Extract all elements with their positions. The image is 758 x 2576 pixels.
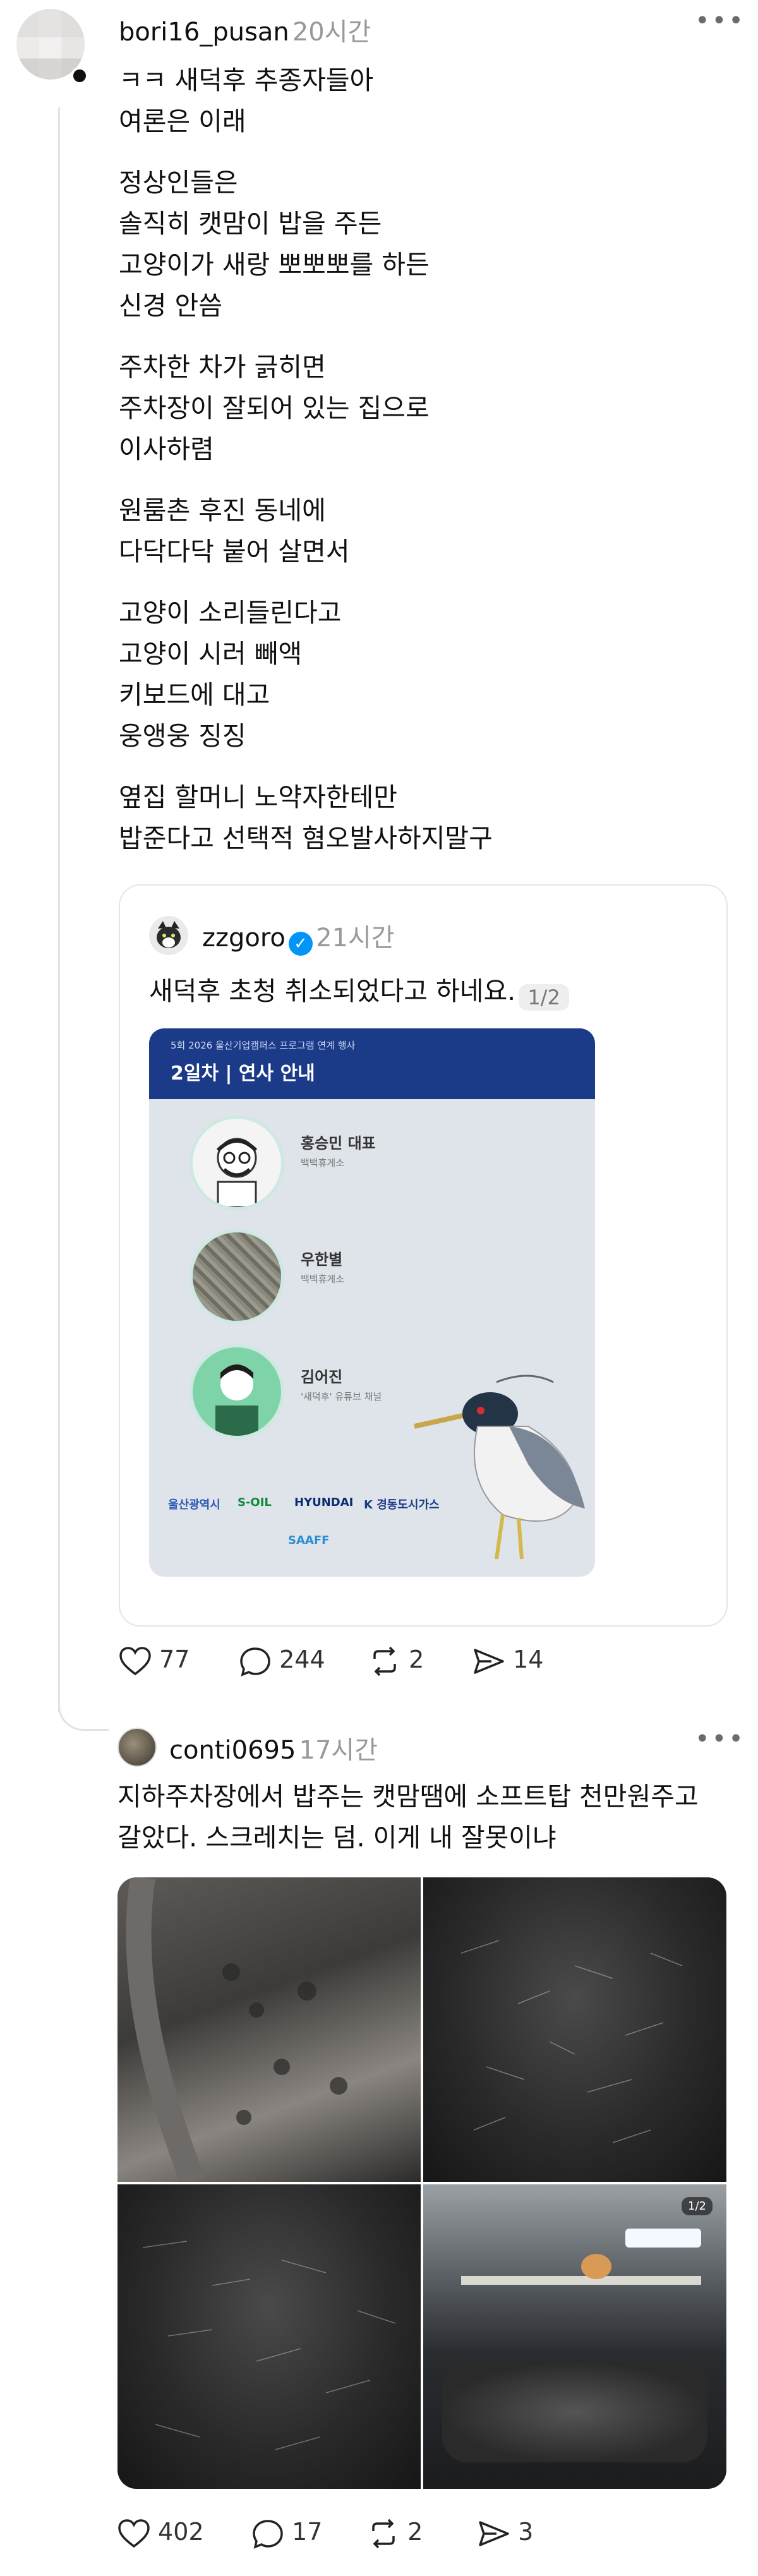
- more-icon[interactable]: •••: [695, 1724, 745, 1754]
- paragraph: 원룸촌 후진 동네에 다닥다닥 붙어 살면서: [119, 495, 350, 567]
- logo: S-OIL: [238, 1496, 272, 1509]
- reply-button[interactable]: 17: [251, 2518, 322, 2549]
- repost-count: 2: [409, 1646, 424, 1673]
- post-header: conti0695 17시간: [169, 1730, 378, 1766]
- username[interactable]: conti0695: [169, 1736, 296, 1765]
- username[interactable]: bori16_pusan: [119, 18, 289, 47]
- speaker-affiliation: 백백휴게소: [301, 1273, 345, 1285]
- logo: 울산광역시: [168, 1498, 220, 1512]
- paragraph: 주차한 차가 긁히면 주차장이 잘되어 있는 집으로 이사하렴: [119, 352, 430, 464]
- speaker-photo: [190, 1229, 284, 1324]
- more-icon[interactable]: •••: [695, 6, 745, 35]
- timestamp: 20시간: [292, 18, 371, 47]
- paragraph: ㅋㅋ 새덕후 추종자들아 여론은 이래: [119, 65, 374, 136]
- paragraph: 지하주차장에서 밥주는 캣맘땜에 소프트탑 천만원주고 갈았다. 스크레치는 덤…: [117, 1781, 699, 1853]
- post-body: 지하주차장에서 밥주는 캣맘땜에 소프트탑 천만원주고 갈았다. 스크레치는 덤…: [117, 1776, 749, 1858]
- heart-icon: [119, 1646, 151, 1675]
- quoted-text: 새덕후 초청 취소되었다고 하네요.: [149, 976, 516, 1006]
- quoted-text-row: 새덕후 초청 취소되었다고 하네요. 1/2: [149, 970, 569, 1011]
- verified-icon: ✓: [289, 931, 313, 956]
- image-page-indicator: 1/2: [682, 2197, 713, 2215]
- heron-illustration: [414, 1375, 585, 1560]
- avatar[interactable]: [117, 1728, 157, 1767]
- share-icon: [479, 2520, 509, 2546]
- post-body: ㅋㅋ 새덕후 추종자들아 여론은 이래 정상인들은 솔직히 캣맘이 밥을 주든 …: [119, 60, 738, 859]
- post-header: bori16_pusan 20시간: [119, 11, 371, 48]
- thread-connector: [58, 1693, 109, 1731]
- timestamp: 17시간: [299, 1736, 378, 1765]
- quoted-timestamp: 21시간: [316, 924, 395, 953]
- repost-icon: [372, 2519, 395, 2548]
- quoted-username[interactable]: zzgoro: [202, 924, 286, 953]
- avatar-badge: [71, 67, 88, 85]
- speaker-affiliation: 백백휴게소: [301, 1157, 345, 1169]
- thread-line: [58, 107, 60, 1712]
- poster-header: 5회 2026 울산기업캠퍼스 프로그램 연계 행사 2일차 | 연사 안내: [149, 1028, 595, 1099]
- like-count: 77: [159, 1646, 190, 1673]
- paragraph: 옆집 할머니 노약자한테만 밥준다고 선택적 혐오발사하지말구: [119, 782, 493, 853]
- car-photo[interactable]: [117, 2184, 421, 2489]
- image-grid[interactable]: 1/2: [117, 1877, 726, 2489]
- like-button[interactable]: 402: [117, 2518, 204, 2549]
- poster-subtitle: 5회 2026 울산기업캠퍼스 프로그램 연계 행사: [171, 1040, 356, 1051]
- speaker-photo: [190, 1344, 284, 1439]
- repost-button[interactable]: 2: [367, 2518, 423, 2549]
- reply-count: 17: [292, 2518, 323, 2546]
- like-count: 402: [158, 2518, 204, 2546]
- car-photo[interactable]: 1/2: [423, 2184, 726, 2489]
- share-button[interactable]: 14: [472, 1646, 543, 1676]
- speaker-photo: [190, 1116, 284, 1210]
- paragraph: 정상인들은 솔직히 캣맘이 밥을 주든 고양이가 새랑 뽀뽀뽀를 하든 신경 안…: [119, 167, 430, 321]
- share-count: 3: [518, 2518, 534, 2546]
- quoted-avatar[interactable]: [149, 916, 188, 955]
- car-photo[interactable]: [423, 1877, 726, 2182]
- paragraph: 고양이 소리들린다고 고양이 시러 빼액 키보드에 대고 웅앵웅 징징: [119, 598, 342, 751]
- repost-icon: [373, 1646, 396, 1676]
- speaker-affiliation: '새덕후' 유튜브 채널: [301, 1391, 382, 1402]
- repost-button[interactable]: 2: [368, 1646, 424, 1676]
- share-count: 14: [513, 1646, 544, 1673]
- speaker-name: 김어진: [301, 1368, 343, 1386]
- comment-icon: [240, 1647, 270, 1676]
- share-icon: [474, 1648, 504, 1674]
- page-indicator: 1/2: [519, 984, 569, 1011]
- logo: HYUNDAI: [294, 1496, 354, 1509]
- heart-icon: [118, 2519, 150, 2548]
- logo: K 경동도시가스: [364, 1498, 440, 1512]
- comment-icon: [253, 2519, 283, 2549]
- like-button[interactable]: 77: [119, 1646, 190, 1676]
- reply-count: 244: [279, 1646, 325, 1673]
- quoted-header: zzgoro ✓ 21시간: [202, 917, 395, 956]
- share-button[interactable]: 3: [478, 2518, 533, 2549]
- speaker-name: 우한별: [301, 1251, 343, 1268]
- logo: SAAFF: [288, 1534, 330, 1547]
- speaker-name: 홍승민 대표: [301, 1135, 376, 1152]
- reply-button[interactable]: 244: [239, 1646, 325, 1676]
- repost-count: 2: [407, 2518, 423, 2546]
- event-poster-image[interactable]: 5회 2026 울산기업캠퍼스 프로그램 연계 행사 2일차 | 연사 안내 홍…: [149, 1028, 595, 1577]
- car-photo[interactable]: [117, 1877, 421, 2182]
- poster-title: 2일차 | 연사 안내: [171, 1062, 315, 1085]
